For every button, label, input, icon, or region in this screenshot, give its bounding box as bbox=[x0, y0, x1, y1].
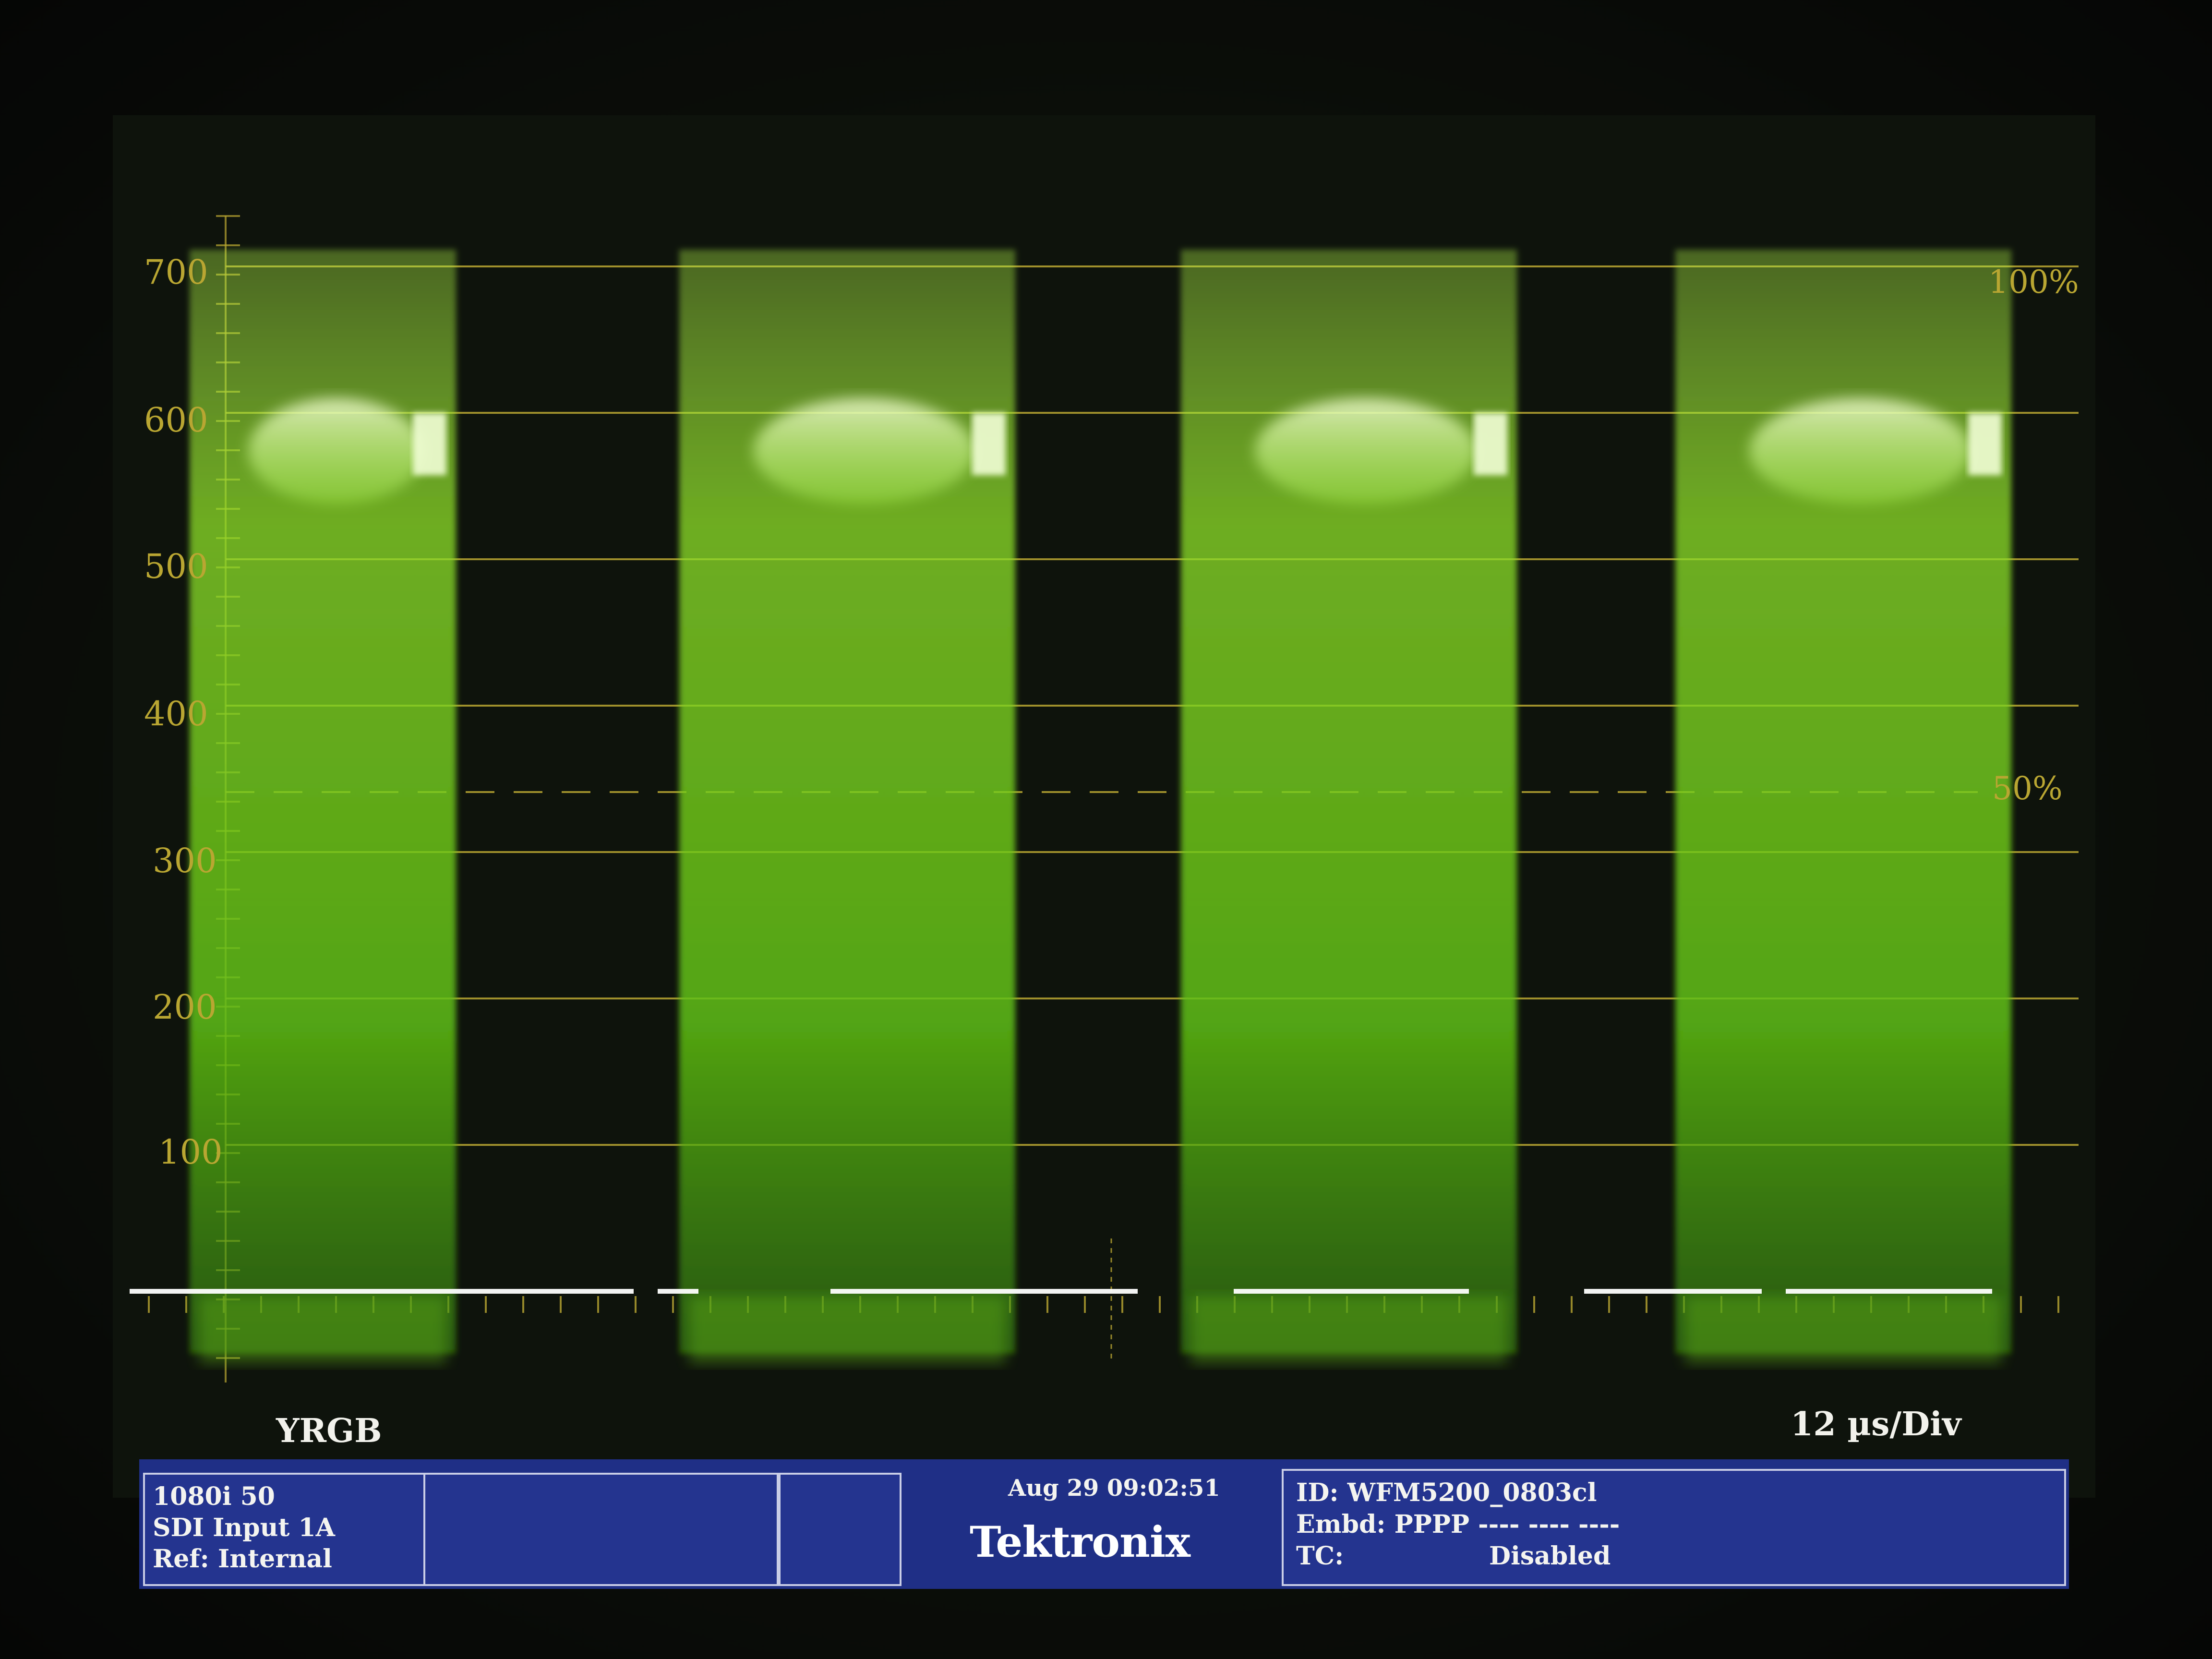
status-bar: 1080i 50 SDI Input 1A Ref: Internal Aug … bbox=[139, 1459, 2069, 1589]
scale-label-500: 500 bbox=[144, 547, 208, 586]
status-cell-3 bbox=[779, 1473, 902, 1586]
waveform-mode-label: YRGB bbox=[276, 1412, 382, 1450]
video-format: 1080i 50 bbox=[153, 1482, 275, 1511]
datetime: Aug 29 09:02:51 bbox=[1008, 1475, 1220, 1502]
waveform-peak bbox=[972, 413, 1006, 475]
scale-label-700: 700 bbox=[144, 252, 208, 292]
waveform-highlight bbox=[753, 398, 975, 504]
embedded-audio: Embd: PPPP ---- ---- ---- bbox=[1296, 1510, 1620, 1539]
waveform-peak bbox=[1474, 413, 1507, 475]
input-source: SDI Input 1A bbox=[153, 1513, 336, 1542]
scale-label-200: 200 bbox=[153, 987, 217, 1027]
scale-label-400: 400 bbox=[144, 694, 208, 733]
scale-label-600: 600 bbox=[144, 400, 208, 440]
percent-50-label: 50% bbox=[1992, 770, 2063, 807]
waveform-peak bbox=[1968, 413, 2002, 475]
scale-label-300: 300 bbox=[153, 841, 217, 880]
waveform-display: 700 600 500 400 300 200 100 100% 50% YRG… bbox=[130, 182, 2098, 1469]
tektronix-logo: Tektronix bbox=[970, 1517, 1190, 1567]
waveform-graticule bbox=[130, 215, 2079, 1382]
scale-label-100: 100 bbox=[158, 1132, 223, 1172]
waveform-peak bbox=[413, 413, 446, 475]
waveform-undershoot bbox=[689, 1296, 1006, 1363]
timecode-label: TC: bbox=[1296, 1541, 1344, 1571]
instrument-id: ID: WFM5200_0803cl bbox=[1296, 1478, 1597, 1507]
waveform-undershoot bbox=[1685, 1296, 2002, 1363]
reference-source: Ref: Internal bbox=[153, 1544, 332, 1574]
waveform-undershoot bbox=[199, 1296, 446, 1363]
waveform-highlight bbox=[1749, 398, 1971, 504]
timecode-value: Disabled bbox=[1489, 1541, 1611, 1571]
waveform-highlight bbox=[248, 398, 424, 504]
waveform-undershoot bbox=[1190, 1296, 1507, 1363]
percent-100-label: 100% bbox=[1988, 264, 2079, 301]
status-cell-2 bbox=[423, 1473, 779, 1586]
timebase-label: 12 µs/Div bbox=[1791, 1405, 1961, 1443]
waveform-highlight bbox=[1255, 398, 1477, 504]
